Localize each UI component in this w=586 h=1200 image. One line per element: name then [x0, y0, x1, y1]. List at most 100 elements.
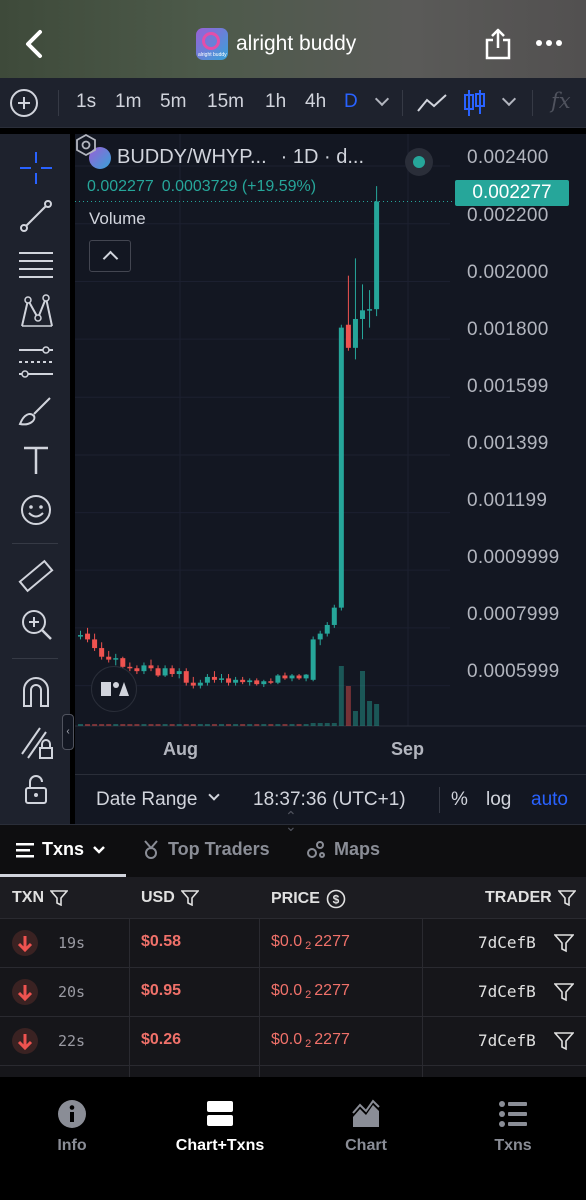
price-chart[interactable]: BUDDY/WHYP... · 1D · d... 0.002277 0.0003… — [75, 134, 586, 774]
nav-info[interactable]: Info — [12, 1099, 132, 1155]
candle-body — [367, 309, 373, 311]
header-label: PRICE — [271, 890, 320, 907]
txn-price: $0.0 2 2277 — [271, 1031, 350, 1050]
timeframe-5m[interactable]: 5m — [160, 91, 186, 113]
candle-body — [275, 675, 281, 683]
crosshair-icon[interactable] — [16, 148, 56, 188]
volume-label: Volume — [89, 209, 146, 228]
resize-handle-icon[interactable]: ⌃ ⌄ — [285, 809, 297, 833]
col-trader[interactable]: TRADER — [485, 889, 576, 907]
pattern-icon[interactable] — [16, 292, 56, 332]
fib-retracement-icon[interactable] — [16, 342, 56, 382]
filter-icon[interactable] — [180, 890, 199, 906]
more-horizontal-icon[interactable] — [536, 34, 562, 54]
price-tick: 0.001599 — [467, 376, 549, 397]
timeframe-4h[interactable]: 4h — [305, 91, 326, 113]
table-row[interactable]: 19s $0.58 $0.0 2 2277 7dCefB — [0, 919, 586, 968]
collapse-toolbar-handle[interactable]: ‹ — [62, 714, 74, 750]
chevron-down-icon[interactable] — [501, 91, 517, 107]
volume-bar — [190, 724, 196, 726]
filter-icon[interactable] — [554, 982, 574, 1002]
table-row[interactable]: 20s $0.95 $0.0 2 2277 7dCefB — [0, 968, 586, 1017]
volume-bar — [183, 724, 189, 726]
share-icon[interactable] — [484, 26, 512, 62]
col-usd[interactable]: USD — [141, 889, 199, 907]
candle-body — [155, 668, 161, 676]
log-scale-toggle[interactable]: log — [486, 789, 511, 811]
token-title[interactable]: alright buddy alright buddy — [196, 27, 356, 61]
tab-top-traders[interactable]: Top Traders — [142, 839, 270, 860]
list-icon — [16, 842, 34, 857]
filter-icon[interactable] — [554, 1031, 574, 1051]
nav-chart-txns[interactable]: Chart+Txns — [160, 1099, 280, 1155]
candle-body — [197, 682, 203, 686]
filter-icon[interactable] — [557, 890, 576, 906]
brush-icon[interactable] — [16, 392, 56, 432]
date-range-button[interactable]: Date Range — [96, 789, 197, 811]
candle-body — [113, 658, 119, 660]
volume-bar — [127, 724, 133, 726]
candle-body — [120, 658, 126, 667]
volume-bar — [352, 711, 358, 726]
trend-line-icon[interactable] — [16, 196, 56, 236]
tab-label: Maps — [334, 839, 381, 859]
currency-toggle-icon[interactable]: $ — [326, 889, 346, 909]
sell-arrow-icon — [12, 979, 38, 1005]
timeframe-d[interactable]: D — [344, 91, 358, 113]
col-txn[interactable]: TXN — [12, 889, 68, 907]
candle-body — [162, 668, 168, 676]
candle-body — [310, 639, 316, 680]
emoji-icon[interactable] — [16, 490, 56, 530]
candle-body — [219, 678, 224, 680]
price-tick: 0.001199 — [467, 490, 548, 511]
auto-scale-toggle[interactable]: auto — [531, 789, 568, 811]
unlock-icon[interactable] — [16, 770, 56, 810]
candles-icon[interactable] — [462, 88, 486, 118]
txn-trader[interactable]: 7dCefB — [478, 982, 536, 1001]
zoom-in-icon[interactable] — [16, 604, 56, 644]
market-status-icon[interactable] — [405, 148, 433, 176]
table-row[interactable]: 22s $0.26 $0.0 2 2277 7dCefB — [0, 1017, 586, 1066]
volume-bar — [282, 724, 288, 726]
change-value: 0.0003729 (+19.59%) — [161, 178, 317, 195]
line-chart-icon[interactable] — [416, 91, 448, 115]
filter-icon[interactable] — [50, 890, 68, 906]
candle-body — [85, 633, 91, 640]
clock-timezone[interactable]: 18:37:36 (UTC+1) — [253, 789, 406, 811]
tab-maps[interactable]: Maps — [306, 839, 380, 860]
volume-bar — [317, 723, 323, 726]
timeframe-15m[interactable]: 15m — [207, 91, 244, 113]
nav-chart[interactable]: Chart — [306, 1099, 426, 1155]
time-tick-aug: Aug — [163, 739, 198, 759]
chevron-down-icon[interactable] — [374, 91, 390, 107]
collapse-indicators-button[interactable] — [89, 240, 131, 272]
settings-icon[interactable] — [75, 134, 97, 156]
timeframe-1s[interactable]: 1s — [76, 91, 96, 113]
ohlc-values: 0.002277 0.0003729 (+19.59%) — [87, 178, 324, 196]
ruler-icon[interactable] — [16, 556, 56, 596]
magnet-icon[interactable] — [16, 672, 56, 712]
volume-bar — [233, 724, 239, 726]
horizontal-lines-icon[interactable] — [16, 244, 56, 284]
tradingview-logo[interactable] — [91, 666, 137, 712]
lock-drawings-icon[interactable] — [16, 722, 56, 762]
timeframe-1m[interactable]: 1m — [115, 91, 141, 113]
col-price[interactable]: PRICE $ — [271, 889, 346, 909]
chart-legend[interactable]: BUDDY/WHYP... · 1D · d... — [89, 146, 364, 169]
indicators-fx-icon[interactable]: fx — [551, 89, 571, 113]
filter-icon[interactable] — [554, 933, 574, 953]
candle-body — [331, 607, 337, 625]
timeframe-1h[interactable]: 1h — [265, 91, 286, 113]
txn-trader[interactable]: 7dCefB — [478, 933, 536, 952]
nav-txns[interactable]: Txns — [453, 1099, 573, 1155]
text-tool-icon[interactable] — [16, 440, 56, 480]
percent-scale-toggle[interactable]: % — [451, 789, 468, 811]
price-tick: 0.001399 — [467, 433, 549, 454]
chevron-left-icon[interactable] — [20, 26, 50, 62]
chevron-down-icon[interactable] — [208, 789, 220, 801]
txn-usd: $0.58 — [141, 933, 182, 950]
add-symbol-icon[interactable] — [10, 89, 38, 117]
txn-trader[interactable]: 7dCefB — [478, 1031, 536, 1050]
tab-txns[interactable]: Txns — [16, 839, 106, 860]
tab-label: Top Traders — [168, 839, 270, 859]
